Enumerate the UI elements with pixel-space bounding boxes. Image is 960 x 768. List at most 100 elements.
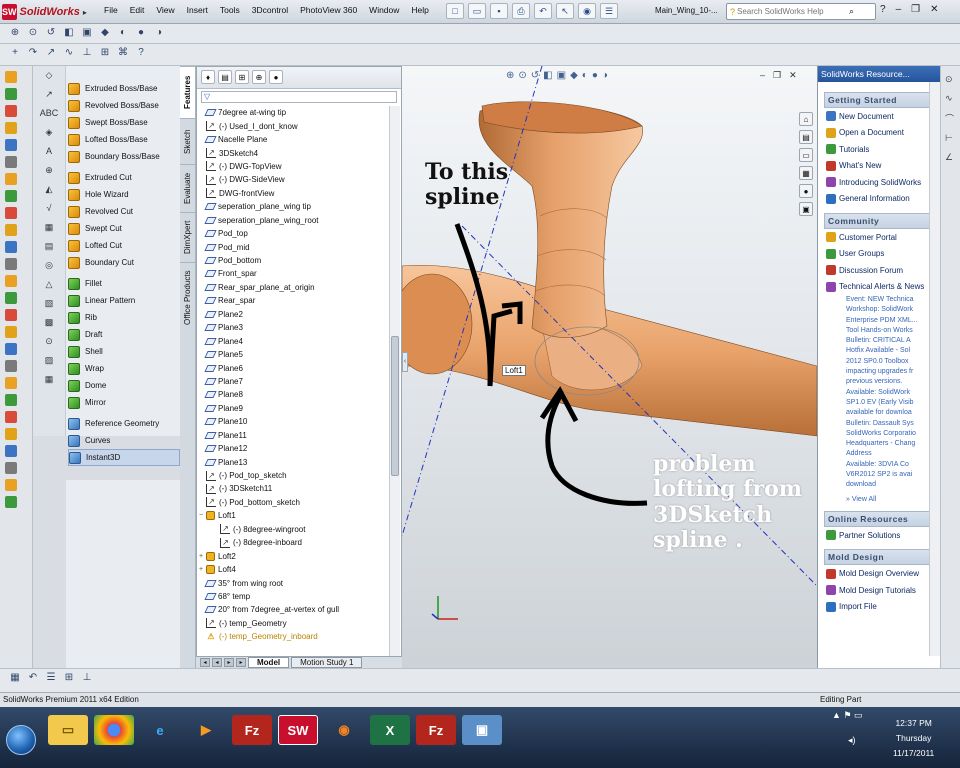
sketch-tool-icon[interactable]: √ bbox=[33, 199, 65, 218]
restore-icon[interactable]: ❐ bbox=[773, 70, 781, 81]
news-line[interactable]: Address bbox=[824, 449, 934, 459]
tab-motion-study[interactable]: Motion Study 1 bbox=[291, 657, 363, 668]
expand-icon[interactable]: + bbox=[197, 553, 205, 560]
section-view-icon[interactable]: ◧ bbox=[543, 70, 552, 81]
curves-command[interactable]: Curves bbox=[68, 432, 180, 449]
news-line[interactable]: 2012 SP0.0 Toolbox bbox=[824, 357, 934, 367]
news-line[interactable]: Workshop: SolidWork bbox=[824, 305, 934, 315]
section-view-icon[interactable]: ◧ bbox=[62, 27, 76, 40]
appearance-icon[interactable]: ● bbox=[134, 27, 148, 40]
tree-item[interactable]: Plane2 bbox=[197, 308, 389, 321]
tree-item[interactable]: ↗ 3DSketch4 bbox=[197, 146, 389, 159]
tree-item[interactable]: Rear_spar_plane_at_origin bbox=[197, 281, 389, 294]
excel-icon[interactable]: X bbox=[370, 715, 410, 745]
tool-icon[interactable] bbox=[5, 105, 17, 117]
tool-icon[interactable] bbox=[5, 445, 17, 457]
resources-link[interactable]: Tutorials bbox=[824, 141, 934, 158]
sketch-tool-icon[interactable]: ▤ bbox=[33, 237, 65, 256]
sketch-tool-icon[interactable]: ▩ bbox=[33, 313, 65, 332]
tree-item[interactable]: Plane6 bbox=[197, 361, 389, 374]
filter-icon[interactable]: ▽ bbox=[201, 91, 397, 103]
tool-icon[interactable] bbox=[5, 122, 17, 134]
options-icon[interactable]: ☰ bbox=[600, 3, 618, 19]
news-line[interactable]: SP1.0 EV (Early Visib bbox=[824, 398, 934, 408]
tree-item[interactable]: Pod_bottom bbox=[197, 254, 389, 267]
news-line[interactable]: V6R2012 SP2 is avai bbox=[824, 470, 934, 480]
scene-icon[interactable]: ◑ bbox=[602, 70, 608, 81]
prev-tab-icon[interactable]: ◂ bbox=[212, 658, 222, 667]
resources-link[interactable]: General Information bbox=[824, 191, 934, 208]
tool-icon[interactable] bbox=[5, 224, 17, 236]
chrome-icon[interactable] bbox=[94, 715, 134, 745]
view-all-link[interactable]: » View All bbox=[824, 495, 934, 505]
undo-icon[interactable]: ↶ bbox=[26, 672, 40, 689]
tree-item[interactable]: ↗ DWG-frontView bbox=[197, 187, 389, 200]
home-icon[interactable]: ⌂ bbox=[799, 112, 813, 126]
sketch-tool-icon[interactable]: ◇ bbox=[33, 66, 65, 85]
tool-icon[interactable] bbox=[5, 343, 17, 355]
zoom-area-icon[interactable]: ⊙ bbox=[518, 70, 526, 81]
news-line[interactable]: Event: NEW Technica bbox=[824, 295, 934, 305]
filezilla-icon-2[interactable]: Fz bbox=[416, 715, 456, 745]
news-line[interactable]: download bbox=[824, 480, 934, 490]
tree-item[interactable]: + Loft4 bbox=[197, 563, 389, 576]
tree-item[interactable]: Plane8 bbox=[197, 388, 389, 401]
tool-icon[interactable] bbox=[5, 139, 17, 151]
clock[interactable]: 12:37 PM Thursday 11/17/2011 bbox=[893, 716, 934, 761]
close-icon[interactable]: ✕ bbox=[930, 4, 938, 15]
tree-item[interactable]: Plane13 bbox=[197, 455, 389, 468]
tree-item[interactable]: seperation_plane_wing_root bbox=[197, 214, 389, 227]
tool-icon[interactable] bbox=[5, 71, 17, 83]
close-icon[interactable]: ✕ bbox=[789, 70, 797, 81]
custom-properties-icon[interactable]: ▣ bbox=[799, 202, 813, 216]
property-manager-icon[interactable]: ▤ bbox=[218, 70, 232, 84]
revolved-boss-command[interactable]: Revolved Boss/Base bbox=[68, 97, 180, 114]
expand-icon[interactable]: + bbox=[197, 566, 205, 573]
curve-tool-icon[interactable]: ⌒ bbox=[945, 112, 956, 125]
news-line[interactable]: impacting upgrades fr bbox=[824, 367, 934, 377]
hide-show-icon[interactable]: ◐ bbox=[582, 70, 588, 81]
tool-icon[interactable] bbox=[5, 173, 17, 185]
layers-icon[interactable]: ▦ bbox=[8, 672, 22, 689]
extruded-boss-command[interactable]: Extruded Boss/Base bbox=[68, 80, 180, 97]
tool-icon[interactable] bbox=[5, 428, 17, 440]
tree-item[interactable]: ↗ (-) Pod_top_sketch bbox=[197, 469, 389, 482]
news-line[interactable]: previous versions. bbox=[824, 377, 934, 387]
start-button[interactable] bbox=[6, 725, 36, 755]
tree-item[interactable]: Pod_top bbox=[197, 227, 389, 240]
tree-item[interactable]: ↗ (-) Used_I_dont_know bbox=[197, 119, 389, 132]
sketch-tool-icon[interactable]: ⊕ bbox=[33, 161, 65, 180]
tree-item[interactable]: Plane7 bbox=[197, 375, 389, 388]
search-input[interactable] bbox=[737, 7, 848, 16]
dimension-icon[interactable]: ⊥ bbox=[80, 672, 94, 689]
tree-item[interactable]: Plane9 bbox=[197, 402, 389, 415]
sketch-tool-icon[interactable]: ◎ bbox=[33, 256, 65, 275]
resources-link[interactable]: Customer Portal bbox=[824, 229, 934, 246]
pin-icon[interactable]: ⊙ bbox=[945, 74, 956, 85]
remote-desktop-icon[interactable]: ▣ bbox=[462, 715, 502, 745]
wrap-command[interactable]: Wrap bbox=[68, 360, 180, 377]
open-folder-icon[interactable]: ▭ bbox=[468, 3, 486, 19]
feature-tree-icon[interactable]: ♦ bbox=[201, 70, 215, 84]
rib-command[interactable]: Rib bbox=[68, 309, 180, 326]
resources-link[interactable]: Introducing SolidWorks bbox=[824, 174, 934, 191]
resources-link[interactable]: Partner Solutions bbox=[824, 527, 934, 544]
solidworks-logo[interactable]: SW SolidWorks ▸ bbox=[2, 3, 87, 21]
sketch-tool-icon[interactable]: ▨ bbox=[33, 351, 65, 370]
help-search[interactable]: ? ⌕ bbox=[726, 3, 876, 20]
tool-icon[interactable] bbox=[5, 241, 17, 253]
restore-icon[interactable]: ❐ bbox=[911, 4, 920, 15]
appearance-icon[interactable]: ● bbox=[592, 70, 598, 81]
shell-command[interactable]: Shell bbox=[68, 343, 180, 360]
tree-item[interactable]: Plane5 bbox=[197, 348, 389, 361]
help-icon[interactable]: ? bbox=[880, 4, 886, 15]
spline-tool-icon[interactable]: ∿ bbox=[945, 93, 956, 104]
tree-scrollbar[interactable] bbox=[389, 106, 400, 658]
resources-link[interactable]: Mold Design Tutorials bbox=[824, 582, 934, 599]
ruler-icon[interactable]: ⊢ bbox=[945, 133, 956, 144]
view-orientation-icon[interactable]: ▣ bbox=[557, 70, 566, 81]
list-icon[interactable]: ☰ bbox=[44, 672, 58, 689]
tree-item[interactable]: Plane12 bbox=[197, 442, 389, 455]
solidworks-taskbar-icon[interactable]: SW bbox=[278, 715, 318, 745]
tool-icon[interactable] bbox=[5, 275, 17, 287]
